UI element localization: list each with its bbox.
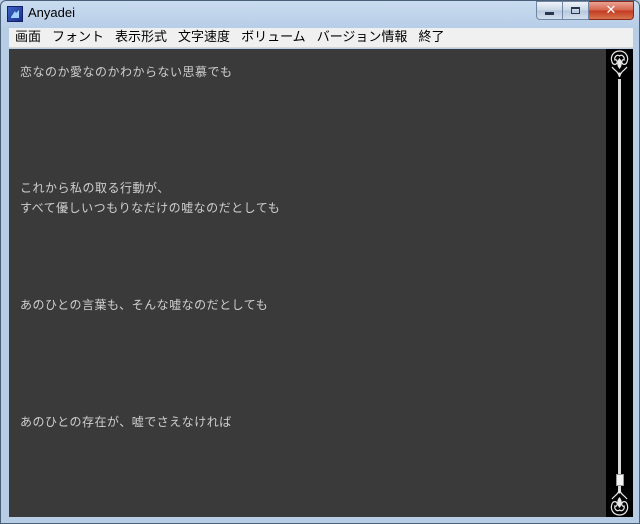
maximize-button[interactable] — [563, 1, 589, 20]
window-title: Anyadei — [28, 5, 75, 20]
menu-item-version-info[interactable]: バージョン情報 — [311, 28, 413, 48]
scroll-down-ornament-icon[interactable] — [607, 487, 632, 517]
title-bar[interactable]: Anyadei ✕ — [1, 1, 639, 28]
menu-item-volume[interactable]: ボリューム — [235, 28, 311, 48]
scroll-up-ornament-icon[interactable] — [607, 49, 632, 79]
menu-item-font[interactable]: フォント — [46, 28, 109, 48]
app-icon[interactable] — [7, 6, 23, 22]
menu-item-display-format[interactable]: 表示形式 — [109, 28, 172, 48]
minimize-icon — [545, 12, 554, 15]
close-button[interactable]: ✕ — [589, 1, 634, 20]
menu-item-screen[interactable]: 画面 — [9, 28, 46, 48]
app-window: Anyadei ✕ 画面 フォント 表示形式 文字速度 ボリューム バージョン情… — [0, 0, 640, 524]
text-line: あのひとの存在が、嘘でさえなければ — [20, 415, 232, 429]
maximize-icon — [571, 7, 580, 14]
minimize-button[interactable] — [536, 1, 563, 20]
text-line: すべて優しいつもりなだけの嘘なのだとしても — [20, 201, 281, 215]
text-display-area[interactable]: 恋なのか愛なのかわからない思慕でも これから私の取る行動が、 すべて優しいつもり… — [9, 49, 606, 517]
text-line: 恋なのか愛なのかわからない思慕でも — [20, 65, 233, 79]
menu-item-text-speed[interactable]: 文字速度 — [172, 28, 235, 48]
ornate-scrollbar[interactable] — [606, 49, 633, 517]
text-line: あのひとの言葉も、そんな嘘なのだとしても — [20, 298, 269, 312]
scroll-track[interactable] — [618, 79, 621, 491]
window-controls: ✕ — [536, 1, 634, 20]
close-icon: ✕ — [605, 3, 617, 18]
text-line: これから私の取る行動が、 — [20, 181, 170, 195]
menu-item-exit[interactable]: 終了 — [412, 28, 449, 48]
menu-bar: 画面 フォント 表示形式 文字速度 ボリューム バージョン情報 終了 — [9, 28, 633, 48]
scroll-thumb[interactable] — [616, 474, 624, 486]
